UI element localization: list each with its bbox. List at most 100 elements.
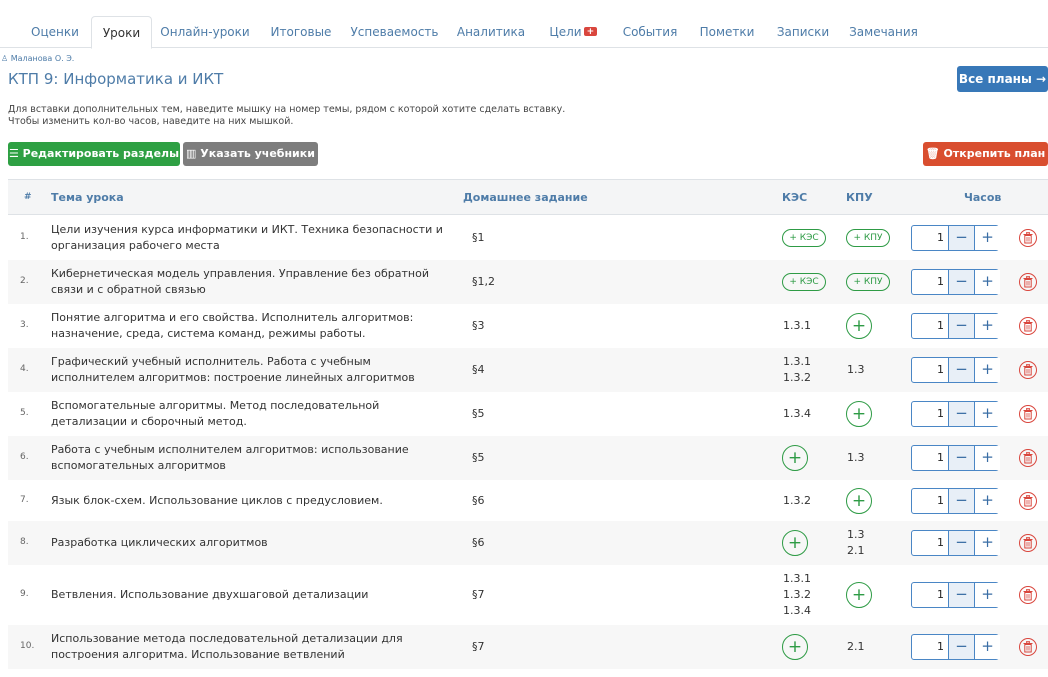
add-kpu-button[interactable]: + КПУ [846,273,890,291]
decrease-hours-button[interactable]: − [948,488,974,513]
all-plans-button[interactable]: Все планы → [957,66,1048,92]
decrease-hours-button[interactable]: − [948,270,974,294]
hours-value[interactable]: 1 [912,402,948,426]
row-number[interactable]: 8. [20,537,29,547]
tab-9[interactable]: Пометки [689,16,765,48]
row-number[interactable]: 7. [20,495,29,505]
increase-hours-button[interactable]: + [974,635,1000,659]
decrease-hours-button[interactable]: − [948,446,974,470]
trash-icon [1023,364,1033,376]
delete-lesson-button[interactable] [1019,491,1037,510]
hours-value[interactable]: 1 [912,270,948,294]
increase-hours-button[interactable]: + [974,488,1000,513]
delete-lesson-button[interactable] [1019,405,1037,423]
hours-value[interactable]: 1 [912,446,948,470]
hours-stepper[interactable]: 1− + [911,225,1000,251]
add-kes-button[interactable]: + КЭС [782,273,826,291]
hours-value[interactable]: 1 [912,635,948,659]
hours-stepper[interactable]: 1− + [911,530,1000,556]
edit-sections-button[interactable]: ☰ Редактировать разделы [8,142,180,166]
delete-lesson-button[interactable] [1019,317,1037,335]
increase-hours-button[interactable]: + [974,314,1000,338]
row-number[interactable]: 6. [20,452,29,462]
unpin-plan-button[interactable]: 🗑 Открепить план [923,142,1048,166]
row-number[interactable]: 10. [20,641,34,651]
add-kes-button[interactable]: + [782,445,808,471]
tab-10[interactable]: Записки [766,16,840,48]
increase-hours-button[interactable]: + [974,358,1000,382]
add-kes-button[interactable]: + КЭС [782,229,826,247]
decrease-hours-button[interactable]: − [948,635,974,659]
tab-label: Итоговые [270,25,332,39]
increase-hours-button[interactable]: + [974,226,1000,250]
tab-8[interactable]: События [612,16,688,48]
increase-hours-button[interactable]: + [974,531,1000,555]
delete-lesson-button[interactable] [1019,586,1037,604]
lesson-topic: Кибернетическая модель управления. Управ… [51,267,430,296]
delete-lesson-button[interactable] [1019,273,1037,291]
tab-11[interactable]: Замечания [840,16,927,48]
increase-hours-button[interactable]: + [974,270,1000,294]
hours-value[interactable]: 1 [912,531,948,555]
lesson-homework: §1 [472,231,485,244]
header-kpu: КПУ [846,191,873,204]
decrease-hours-button[interactable]: − [948,226,974,250]
lesson-homework: §5 [472,451,485,464]
decrease-hours-button[interactable]: − [948,531,974,555]
add-kpu-button[interactable]: + [846,401,872,427]
tab-7[interactable]: Цели [535,16,611,48]
increase-hours-button[interactable]: + [974,583,1000,607]
tab-4[interactable]: Итоговые [260,16,342,48]
add-kpu-button[interactable]: + [846,582,872,608]
hours-stepper[interactable]: 1− + [911,357,1000,383]
header-hours: Часов [964,191,1002,204]
hours-stepper[interactable]: 1− + [911,634,1000,660]
hours-value[interactable]: 1 [912,583,948,607]
tab-5[interactable]: Успеваемость [342,16,447,48]
add-kpu-button[interactable]: + [846,313,872,339]
hours-value[interactable]: 1 [912,358,948,382]
decrease-hours-button[interactable]: − [948,402,974,426]
textbooks-button[interactable]: ▥ Указать учебники [183,142,318,166]
hours-value[interactable]: 1 [912,226,948,250]
row-number[interactable]: 9. [20,589,29,599]
delete-lesson-button[interactable] [1019,449,1037,467]
tab-2[interactable]: Уроки [91,16,152,49]
hours-stepper[interactable]: 1− + [911,269,1000,295]
lesson-topic: Понятие алгоритма и его свойства. Исполн… [51,311,414,340]
add-kpu-button[interactable]: + КПУ [846,229,890,247]
author-name: Маланова О. Э. [10,54,75,63]
tab-6[interactable]: Аналитика [448,16,534,48]
delete-lesson-button[interactable] [1019,638,1037,656]
add-kes-button[interactable]: + [782,634,808,660]
table-row: 2. Кибернетическая модель управления. Упр… [8,260,1048,304]
hours-stepper[interactable]: 1− + [911,401,1000,427]
hours-stepper[interactable]: 1− + [911,313,1000,339]
tab-bar: Оценки Уроки Онлайн-уроки Итоговые Успеваемо… [0,0,1048,49]
add-kpu-button[interactable]: + [846,487,872,514]
row-number[interactable]: 4. [20,364,29,374]
hours-value[interactable]: 1 [912,314,948,338]
row-number[interactable]: 3. [20,320,29,330]
decrease-hours-button[interactable]: − [948,314,974,338]
hours-stepper[interactable]: 1− + [911,487,1000,514]
delete-lesson-button[interactable] [1019,229,1037,247]
row-number[interactable]: 1. [20,232,29,242]
row-number[interactable]: 2. [20,276,29,286]
add-kes-button[interactable]: + [782,530,808,556]
hours-stepper[interactable]: 1− + [911,582,1000,608]
delete-lesson-button[interactable] [1019,361,1037,379]
delete-lesson-button[interactable] [1019,534,1037,552]
tab-label: Замечания [849,25,918,39]
decrease-hours-button[interactable]: − [948,358,974,382]
decrease-hours-button[interactable]: − [948,583,974,607]
hours-value[interactable]: 1 [912,489,948,513]
row-number[interactable]: 5. [20,408,29,418]
table-row: 6. Работа с учебным исполнителем алгоритм… [8,436,1048,480]
tab-3[interactable]: Онлайн-уроки [152,16,258,48]
increase-hours-button[interactable]: + [974,446,1000,470]
hours-stepper[interactable]: 1− + [911,445,1000,471]
author-link[interactable]: ♙ Маланова О. Э. [1,54,74,63]
increase-hours-button[interactable]: + [974,402,1000,426]
tab-1[interactable]: Оценки [22,16,88,48]
